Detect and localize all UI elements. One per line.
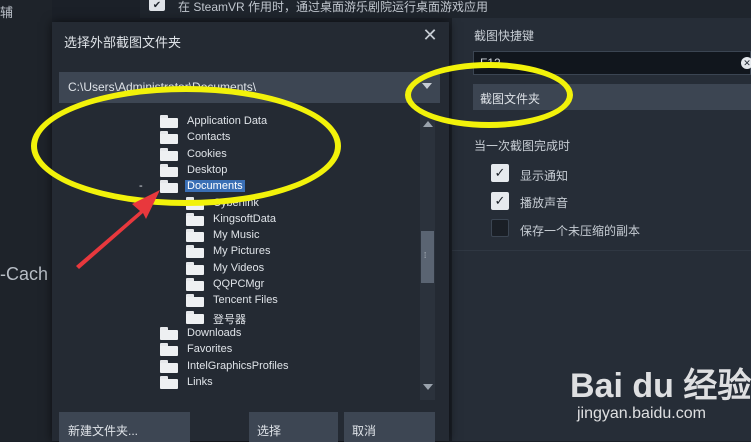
baidu-watermark-logo: Bai du 经验: [570, 367, 751, 405]
baidu-watermark-url: jingyan.baidu.com: [577, 405, 706, 422]
red-arrow-icon: [76, 190, 160, 269]
